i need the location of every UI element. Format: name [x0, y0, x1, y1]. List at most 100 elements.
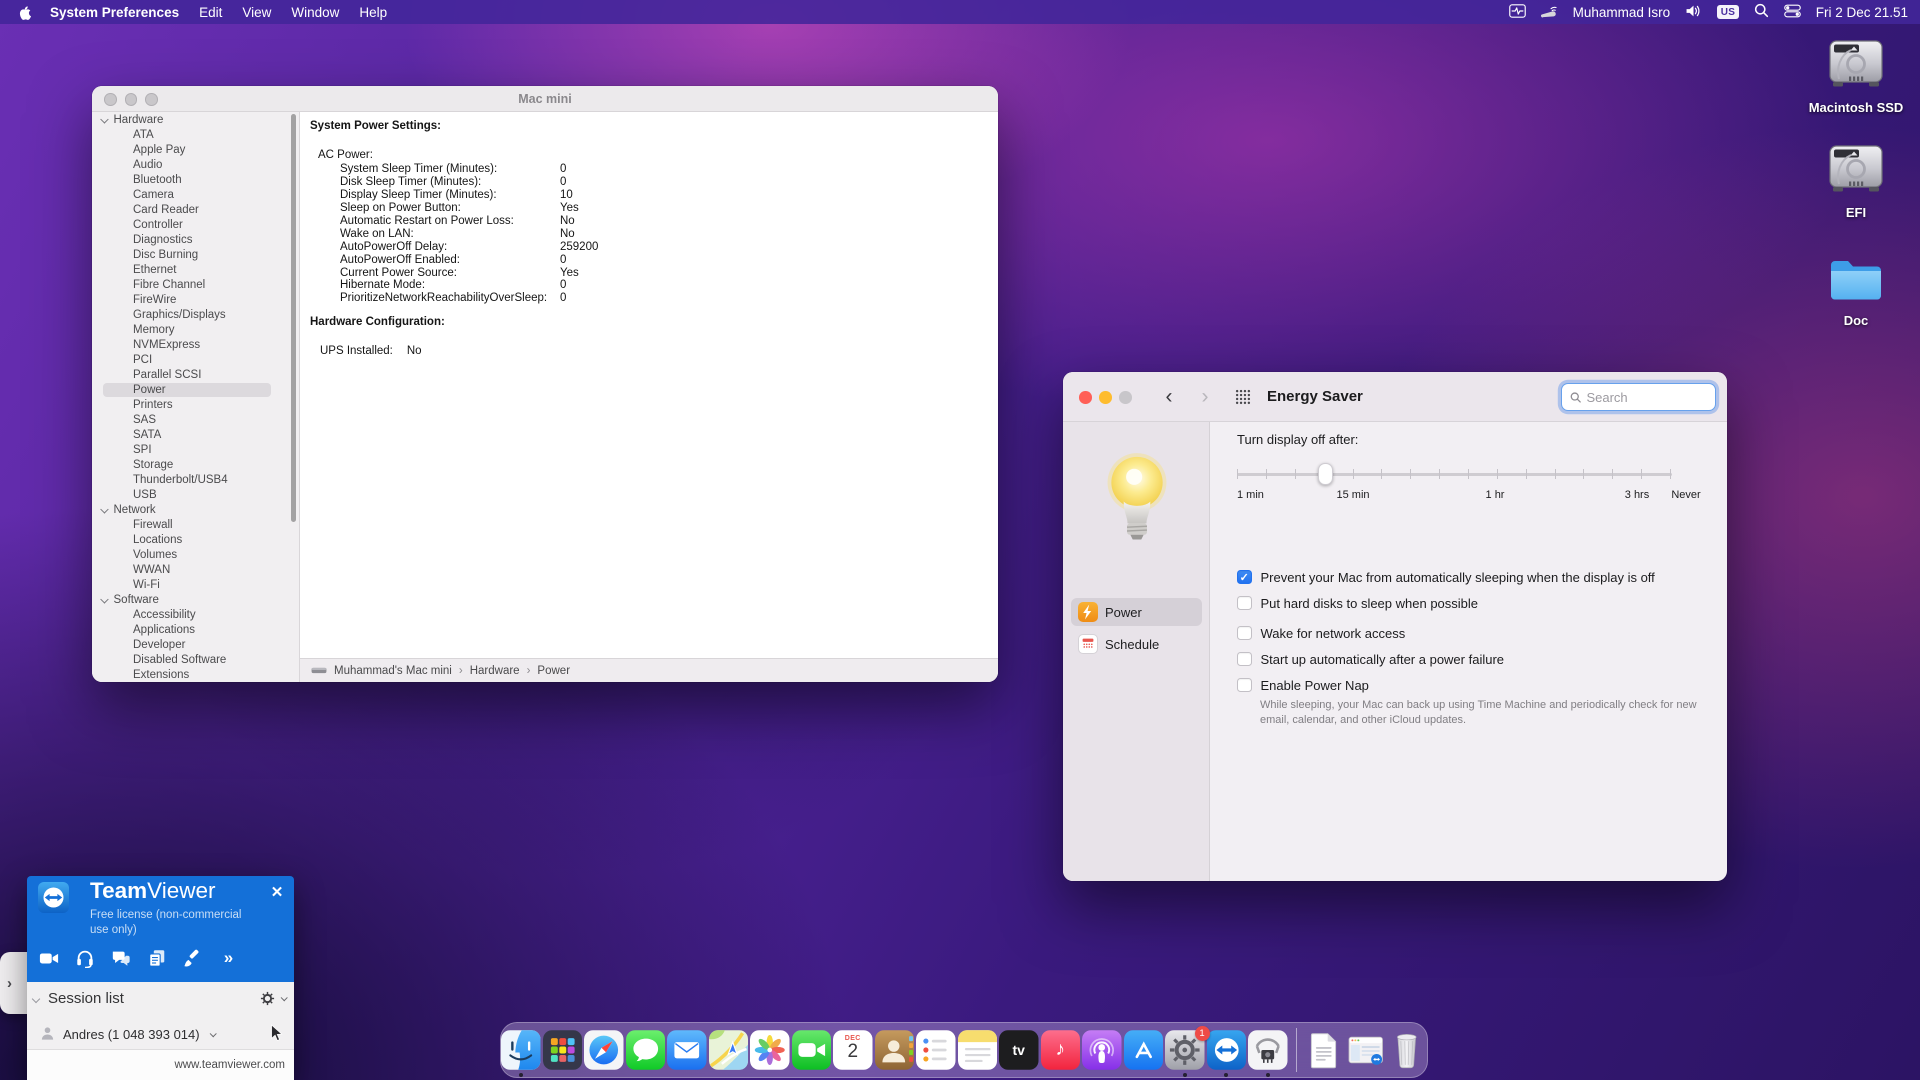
sidebar-item-card-reader[interactable]: Card Reader: [92, 202, 299, 217]
file-transfer-icon[interactable]: [146, 947, 167, 968]
nav-item-power[interactable]: Power: [1071, 598, 1202, 626]
dock-icon-appstore[interactable]: [1124, 1030, 1164, 1070]
dock-icon-teamviewer[interactable]: [1207, 1030, 1247, 1070]
volume-icon[interactable]: [1685, 4, 1702, 21]
spotlight-search-icon[interactable]: [1754, 3, 1769, 21]
sidebar-item-audio[interactable]: Audio: [92, 157, 299, 172]
sidebar-item-extensions[interactable]: Extensions: [92, 667, 299, 682]
show-all-icon[interactable]: [1235, 389, 1251, 410]
sidebar-item-firewire[interactable]: FireWire: [92, 292, 299, 307]
sidebar-item-accessibility[interactable]: Accessibility: [92, 607, 299, 622]
search-field[interactable]: [1561, 383, 1716, 411]
back-button[interactable]: ‹: [1159, 384, 1179, 410]
sidebar-scrollbar[interactable]: [291, 114, 296, 522]
dock-icon-notes[interactable]: [958, 1030, 998, 1070]
sidebar-item-disabled-software[interactable]: Disabled Software: [92, 652, 299, 667]
sidebar-item-spi[interactable]: SPI: [92, 442, 299, 457]
chevron-down-icon[interactable]: [32, 994, 40, 1002]
sidebar-item-power[interactable]: Power: [92, 382, 299, 397]
menubar-clock[interactable]: Fri 2 Dec 21.51: [1816, 5, 1908, 20]
dock-icon-reminders[interactable]: [916, 1030, 956, 1070]
dock-icon-finder[interactable]: [501, 1030, 541, 1070]
sidebar-item-printers[interactable]: Printers: [92, 397, 299, 412]
menu-view[interactable]: View: [242, 5, 271, 20]
close-button[interactable]: [1079, 391, 1092, 404]
dock-icon-launchpad[interactable]: [543, 1030, 583, 1070]
sidebar-item-network[interactable]: Network: [92, 502, 299, 517]
desktop-icon-doc[interactable]: Doc: [1792, 257, 1920, 328]
activity-status-icon[interactable]: [1509, 4, 1526, 21]
energy-titlebar[interactable]: ‹ › Energy Saver: [1063, 372, 1727, 422]
dock-icon-calendar[interactable]: DEC2: [833, 1030, 873, 1070]
dock-icon-tv[interactable]: tv: [999, 1030, 1039, 1070]
dock-icon-docfile[interactable]: [1304, 1030, 1344, 1070]
chat-icon[interactable]: [110, 947, 131, 968]
sidebar-item-sas[interactable]: SAS: [92, 412, 299, 427]
dock-icon-maps[interactable]: [709, 1030, 749, 1070]
dock-icon-minwindow[interactable]: [1346, 1030, 1386, 1070]
sidebar-item-sata[interactable]: SATA: [92, 427, 299, 442]
sidebar-item-bluetooth[interactable]: Bluetooth: [92, 172, 299, 187]
forward-button[interactable]: ›: [1195, 384, 1215, 410]
menu-edit[interactable]: Edit: [199, 5, 222, 20]
whiteboard-icon[interactable]: [182, 947, 203, 968]
sidebar-item-fibre-channel[interactable]: Fibre Channel: [92, 277, 299, 292]
apple-menu-icon[interactable]: [18, 5, 32, 20]
remote-device-icon[interactable]: [1541, 4, 1558, 21]
control-center-icon[interactable]: [1784, 4, 1801, 21]
sidebar-item-thunderbolt-usb4[interactable]: Thunderbolt/USB4: [92, 472, 299, 487]
teamviewer-website[interactable]: www.teamviewer.com: [27, 1049, 294, 1080]
sidebar-item-diagnostics[interactable]: Diagnostics: [92, 232, 299, 247]
dock-icon-music[interactable]: ♪: [1041, 1030, 1081, 1070]
sidebar-item-disc-burning[interactable]: Disc Burning: [92, 247, 299, 262]
dock-icon-contacts[interactable]: [875, 1030, 915, 1070]
checkbox-checked[interactable]: [1237, 570, 1252, 585]
keyboard-input-badge[interactable]: US: [1717, 5, 1739, 19]
dock-icon-photos[interactable]: [750, 1030, 790, 1070]
sidebar-item-graphics-displays[interactable]: Graphics/Displays: [92, 307, 299, 322]
connect-cursor-icon[interactable]: [268, 1024, 284, 1045]
sidebar-item-storage[interactable]: Storage: [92, 457, 299, 472]
sidebar-item-applications[interactable]: Applications: [92, 622, 299, 637]
slider-track[interactable]: [1237, 473, 1672, 476]
sidebar-item-usb[interactable]: USB: [92, 487, 299, 502]
checkbox-unchecked[interactable]: [1237, 596, 1252, 611]
sidebar-item-ethernet[interactable]: Ethernet: [92, 262, 299, 277]
menubar-username[interactable]: Muhammad Isro: [1573, 5, 1671, 20]
nav-item-schedule[interactable]: Schedule: [1071, 630, 1202, 658]
checkbox-unchecked[interactable]: [1237, 652, 1252, 667]
sidebar-item-locations[interactable]: Locations: [92, 532, 299, 547]
slider-thumb[interactable]: [1318, 463, 1333, 485]
close-icon[interactable]: ✕: [269, 883, 285, 901]
session-settings-gear-icon[interactable]: [259, 990, 286, 1007]
sysinfo-titlebar[interactable]: Mac mini: [92, 86, 998, 112]
sidebar-item-pci[interactable]: PCI: [92, 352, 299, 367]
zoom-button[interactable]: [1119, 391, 1132, 404]
menu-system-preferences[interactable]: System Preferences: [50, 5, 179, 20]
dock-icon-trash[interactable]: [1387, 1030, 1427, 1070]
sidebar-item-developer[interactable]: Developer: [92, 637, 299, 652]
dock-icon-podcasts[interactable]: [1082, 1030, 1122, 1070]
dock-icon-sysinfo[interactable]: [1248, 1030, 1288, 1070]
sidebar-item-ata[interactable]: ATA: [92, 127, 299, 142]
audio-call-icon[interactable]: [74, 947, 95, 968]
sidebar-item-wwan[interactable]: WWAN: [92, 562, 299, 577]
sidebar-item-volumes[interactable]: Volumes: [92, 547, 299, 562]
sidebar-item-hardware[interactable]: Hardware: [92, 112, 299, 127]
menu-window[interactable]: Window: [291, 5, 339, 20]
sidebar-item-software[interactable]: Software: [92, 592, 299, 607]
checkbox-unchecked[interactable]: [1237, 626, 1252, 641]
dock-icon-safari[interactable]: [584, 1030, 624, 1070]
sidebar-item-apple-pay[interactable]: Apple Pay: [92, 142, 299, 157]
dock-icon-mail[interactable]: [667, 1030, 707, 1070]
desktop-icon-efi[interactable]: EFI: [1792, 143, 1920, 220]
sidebar-item-parallel-scsi[interactable]: Parallel SCSI: [92, 367, 299, 382]
chevron-down-icon[interactable]: [209, 1030, 216, 1037]
desktop-icon-macintosh-ssd[interactable]: Macintosh SSD: [1792, 38, 1920, 115]
sidebar-item-controller[interactable]: Controller: [92, 217, 299, 232]
dock-icon-facetime[interactable]: [792, 1030, 832, 1070]
checkbox-unchecked[interactable]: [1237, 678, 1252, 693]
menu-help[interactable]: Help: [359, 5, 387, 20]
teamviewer-collapse-handle[interactable]: ›: [0, 952, 27, 1014]
search-input[interactable]: [1586, 390, 1707, 405]
